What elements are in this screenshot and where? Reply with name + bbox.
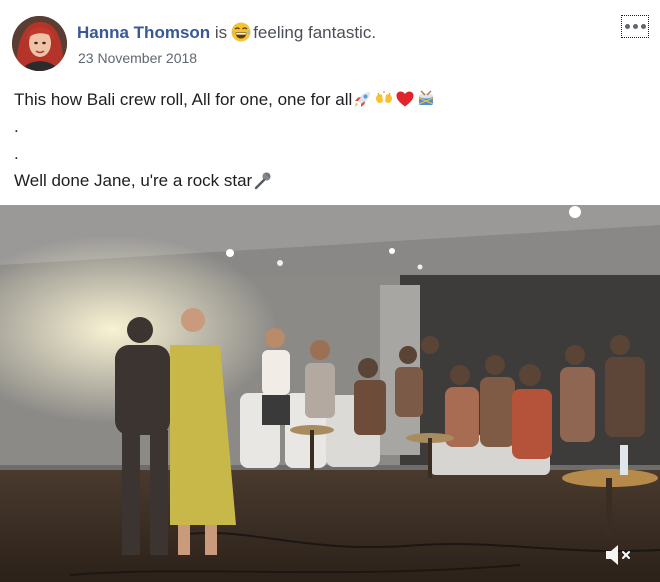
post-text-line-3: .: [14, 144, 19, 163]
more-options-button[interactable]: [621, 15, 649, 38]
mute-button[interactable]: [604, 542, 634, 568]
post-text-line-1-text: This how Bali crew roll, All for one, on…: [14, 90, 353, 109]
post-text-line-4: Well done Jane, u're a rock star: [14, 167, 644, 194]
post-header: Hanna Thomson is feeling fantastic. 23 N…: [0, 0, 660, 78]
drum-icon: [419, 90, 434, 105]
feeling-text: feeling fantastic.: [253, 23, 377, 42]
video-player[interactable]: [0, 205, 660, 582]
post-date[interactable]: 23 November 2018: [78, 50, 197, 66]
is-text: is: [214, 23, 228, 42]
video-frame: [0, 205, 660, 582]
grinning-face-icon: [231, 22, 251, 42]
more-options-icon: [624, 24, 646, 29]
post-text-line-2: .: [14, 117, 19, 136]
avatar-image: [12, 16, 67, 71]
speaker-muted-icon: [606, 545, 630, 565]
hands-icon: [376, 91, 393, 104]
avatar[interactable]: [12, 16, 67, 71]
post-text-line-4-text: Well done Jane, u're a rock star: [14, 171, 253, 190]
post-text: This how Bali crew roll, All for one, on…: [14, 86, 644, 194]
author-line: Hanna Thomson is feeling fantastic.: [77, 22, 376, 43]
author-name[interactable]: Hanna Thomson: [77, 23, 210, 42]
microphone-icon: [255, 172, 271, 190]
red-heart-icon: [396, 91, 414, 107]
post-text-line-1: This how Bali crew roll, All for one, on…: [14, 86, 644, 113]
rocket-icon: [355, 92, 371, 107]
